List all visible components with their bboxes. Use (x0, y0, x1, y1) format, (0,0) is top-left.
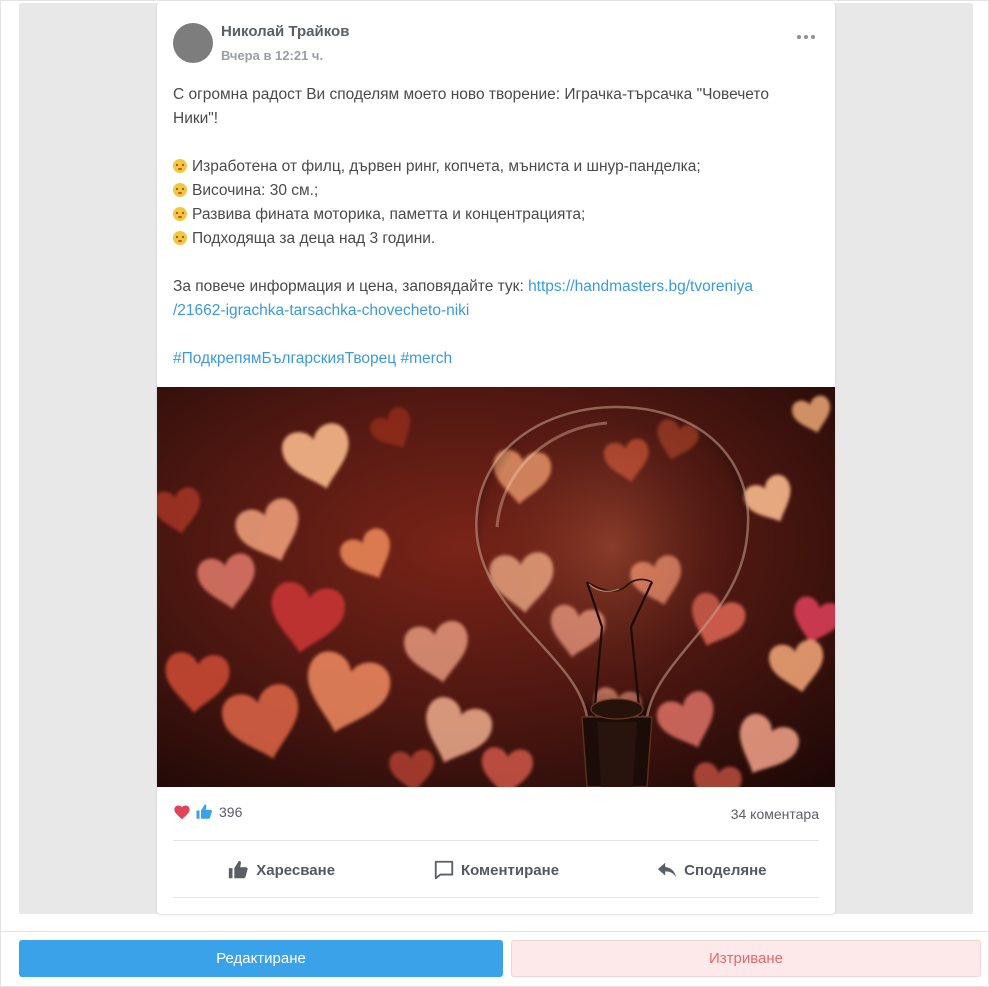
edit-button[interactable]: Редактиране (19, 940, 503, 977)
bullet-item: Подходяща за деца над 3 години. (173, 227, 793, 251)
post-stats: 396 34 коментара (173, 803, 819, 825)
post-timestamp[interactable]: Вчера в 12:21 ч. (221, 48, 323, 63)
emoji-face-icon (173, 159, 187, 173)
bullet-item: Развива фината моторика, паметта и конце… (173, 203, 793, 227)
heart-icon (174, 805, 190, 820)
emoji-face-icon (173, 207, 187, 221)
bullet-item: Височина: 30 см.; (173, 179, 793, 203)
post-body: С огромна радост Ви споделям моето ново … (173, 83, 793, 371)
bullet-item: Изработена от филц, дървен ринг, копчета… (173, 155, 793, 179)
thumbs-up-icon (229, 860, 248, 879)
post-intro-line: С огромна радост Ви споделям моето ново … (173, 86, 769, 103)
hashtags[interactable]: #ПодкрепямБългарскияТворец #merch (173, 347, 793, 371)
lightbulb-hearts-image (157, 387, 835, 787)
share-button-label: Споделяне (684, 861, 767, 879)
page-frame: Николай Трайков Вчера в 12:21 ч. С огром… (0, 0, 989, 987)
divider (1, 931, 989, 932)
likes-count: 396 (219, 804, 243, 820)
product-link[interactable]: https://handmasters.bg/tvoreniya (528, 278, 753, 295)
avatar[interactable] (173, 23, 213, 63)
like-button-label: Харесване (256, 861, 336, 879)
comments-count[interactable]: 34 коментара (731, 806, 819, 822)
thumbs-up-icon (196, 804, 212, 819)
like-button[interactable]: Харесване (173, 841, 388, 899)
share-button[interactable]: Споделяне (604, 841, 819, 899)
post-actions: Харесване Коментиране Споделяне (173, 841, 819, 899)
info-line: За повече информация и цена, заповядайте… (173, 278, 753, 295)
emoji-face-icon (173, 231, 187, 245)
more-options-icon[interactable] (797, 32, 817, 42)
share-icon (658, 862, 677, 878)
info-line: /21662-igrachka-tarsachka-chovecheto-nik… (173, 299, 793, 323)
post-intro-line: Ники"! (173, 110, 219, 127)
comment-button[interactable]: Коментиране (388, 841, 603, 899)
author-name[interactable]: Николай Трайков (221, 23, 349, 40)
product-link[interactable]: /21662-igrachka-tarsachka-chovecheto-nik… (173, 302, 469, 319)
post-photo[interactable] (157, 387, 835, 787)
comment-button-label: Коментиране (460, 861, 560, 879)
reactions-summary[interactable]: 396 (173, 803, 242, 821)
delete-button[interactable]: Изтриване (511, 940, 981, 977)
emoji-face-icon (173, 183, 187, 197)
comment-icon (434, 860, 454, 880)
divider (173, 897, 819, 898)
post-card: Николай Трайков Вчера в 12:21 ч. С огром… (157, 3, 835, 914)
